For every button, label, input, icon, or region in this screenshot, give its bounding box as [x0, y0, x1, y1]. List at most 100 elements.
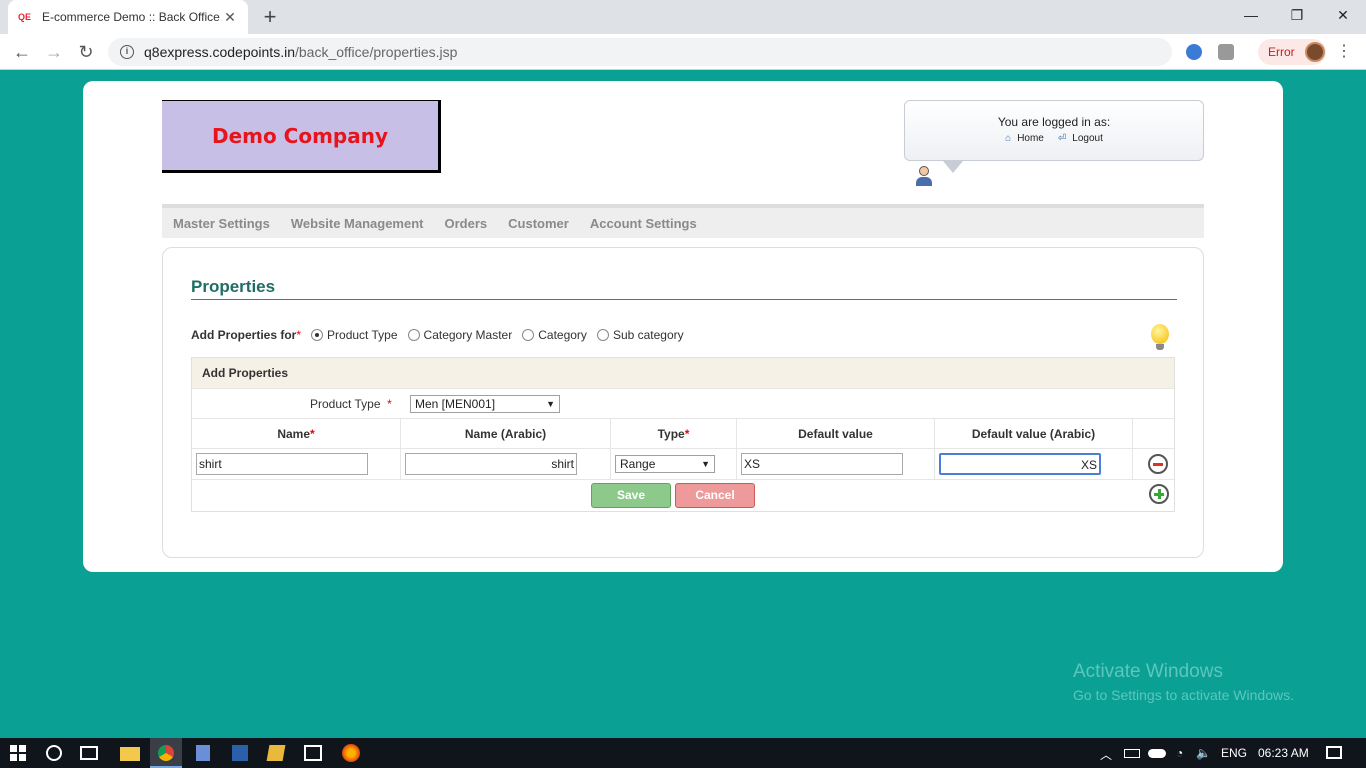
favicon-icon: QE [18, 12, 32, 22]
col-name-arabic: Name (Arabic) [401, 419, 611, 448]
radio-product-type-input[interactable] [311, 329, 324, 341]
site-info-icon[interactable]: i [120, 45, 134, 59]
menu-customer[interactable]: Customer [508, 216, 569, 231]
tray-chevron-icon[interactable]: ︿ [1100, 746, 1112, 763]
cell-default-value-arabic: XS [935, 449, 1133, 479]
properties-panel: Properties Add Properties for * Product T… [162, 247, 1204, 558]
radio-product-type-label: Product Type [327, 328, 398, 342]
title-divider [191, 299, 1177, 300]
profile-avatar [1304, 42, 1325, 62]
logged-in-text: You are logged in as: [997, 115, 1111, 129]
cell-actions [1133, 449, 1174, 479]
product-type-select[interactable]: Men [MEN001] ▼ [410, 395, 560, 413]
name-input[interactable]: shirt [196, 453, 368, 475]
url-host: q8express.codepoints.in [144, 44, 295, 60]
help-bulb-icon[interactable] [1149, 324, 1171, 354]
menu-orders[interactable]: Orders [445, 216, 488, 231]
photos-icon[interactable] [304, 745, 322, 761]
required-mark: * [684, 426, 690, 441]
watermark-line1: Activate Windows [1073, 661, 1223, 682]
remove-row-icon[interactable] [1148, 454, 1168, 474]
app-icon[interactable] [232, 745, 248, 761]
add-row-icon[interactable] [1149, 484, 1169, 504]
home-link[interactable]: ⌂ Home [1005, 133, 1044, 144]
col-name-label: Name [277, 426, 310, 441]
col-default-value: Default value [737, 419, 935, 448]
language-indicator[interactable]: ENG [1221, 746, 1247, 760]
name-arabic-input[interactable]: shirt [405, 453, 577, 475]
col-name: Name * [192, 419, 401, 448]
cell-default-value: XS [737, 449, 935, 479]
close-window-button[interactable]: ✕ [1320, 0, 1366, 30]
user-icon [916, 166, 932, 188]
add-for-label: Add Properties for [191, 328, 297, 342]
browser-tabbar: QE E-commerce Demo :: Back Office ✕ + — … [0, 0, 1366, 34]
properties-grid: Add Properties Product Type * Men [MEN00… [191, 357, 1175, 512]
logout-label: Logout [1072, 133, 1103, 144]
radio-category-label: Category [538, 328, 587, 342]
bubble-tail [943, 161, 963, 173]
table-row: shirt shirt Range ▼ XS XS [192, 449, 1174, 480]
tab-title: E-commerce Demo :: Back Office [42, 10, 220, 24]
radio-product-type[interactable]: Product Type [311, 328, 398, 342]
tab-close-icon[interactable]: ✕ [222, 9, 238, 26]
default-value-arabic-input[interactable]: XS [939, 453, 1101, 475]
page-title: Properties [191, 277, 276, 296]
app-icon[interactable] [196, 745, 210, 761]
wifi-icon[interactable]: ◔ [1176, 746, 1183, 760]
product-type-label-text: Product Type [310, 397, 381, 411]
main-menu: Master Settings Website Management Order… [162, 204, 1204, 238]
radio-sub-category[interactable]: Sub category [596, 328, 684, 342]
radio-category-master[interactable]: Category Master [407, 328, 512, 342]
address-bar[interactable]: i q8express.codepoints.in/back_office/pr… [108, 38, 1172, 66]
logout-icon: ⏎ [1057, 133, 1067, 144]
logout-link[interactable]: ⏎ Logout [1058, 133, 1103, 144]
menu-master-settings[interactable]: Master Settings [173, 216, 270, 231]
menu-account-settings[interactable]: Account Settings [590, 216, 697, 231]
radio-category[interactable]: Category [522, 328, 587, 342]
cancel-button[interactable]: Cancel [675, 483, 755, 508]
required-mark: * [387, 397, 392, 411]
forward-button[interactable]: → [42, 40, 66, 64]
back-button[interactable]: ← [10, 40, 34, 64]
file-explorer-icon[interactable] [120, 747, 140, 761]
radio-category-master-input[interactable] [407, 329, 420, 341]
radio-category-input[interactable] [522, 329, 535, 341]
cell-name-arabic: shirt [401, 449, 611, 479]
chevron-down-icon: ▼ [701, 459, 710, 469]
windows-taskbar: ︿ ◔ 🔈 ENG 06:23 AM [0, 738, 1366, 768]
cloud-icon[interactable] [1148, 749, 1166, 758]
chrome-taskbar-item[interactable] [150, 738, 182, 768]
default-value-input[interactable]: XS [741, 453, 903, 475]
profile-error-button[interactable]: Error [1258, 39, 1326, 65]
save-button[interactable]: Save [591, 483, 671, 508]
reload-button[interactable]: ↻ [74, 40, 98, 64]
required-mark: * [310, 426, 315, 441]
windows-start-icon[interactable] [10, 745, 26, 761]
clock[interactable]: 06:23 AM [1258, 746, 1309, 760]
task-view-icon[interactable] [80, 746, 98, 760]
volume-icon[interactable]: 🔈 [1196, 746, 1211, 760]
firefox-icon[interactable] [342, 744, 360, 762]
cell-type: Range ▼ [611, 449, 737, 479]
app-icon[interactable] [266, 745, 286, 761]
minimize-button[interactable]: — [1228, 0, 1274, 30]
browser-tab[interactable]: QE E-commerce Demo :: Back Office ✕ [8, 0, 248, 34]
maximize-button[interactable]: ❐ [1274, 0, 1320, 30]
main-card: Demo Company You are logged in as: ⌂ Home… [83, 81, 1283, 572]
product-type-value: Men [MEN001] [415, 397, 496, 411]
search-icon[interactable] [46, 745, 62, 761]
radio-sub-category-input[interactable] [596, 329, 609, 341]
menu-website-management[interactable]: Website Management [291, 216, 424, 231]
extension-search-icon[interactable] [1186, 44, 1202, 60]
browser-menu-icon[interactable]: ⋮ [1336, 42, 1352, 62]
new-tab-button[interactable]: + [258, 4, 282, 30]
extension-cube-icon[interactable] [1218, 44, 1234, 60]
notifications-icon[interactable] [1326, 746, 1342, 759]
col-default-value-arabic: Default value (Arabic) [935, 419, 1133, 448]
type-value: Range [620, 457, 656, 471]
type-select[interactable]: Range ▼ [615, 455, 715, 473]
battery-icon[interactable] [1124, 749, 1140, 758]
login-info-box: You are logged in as: ⌂ Home ⏎ Logout [904, 100, 1204, 161]
company-name: Demo Company [211, 123, 389, 148]
